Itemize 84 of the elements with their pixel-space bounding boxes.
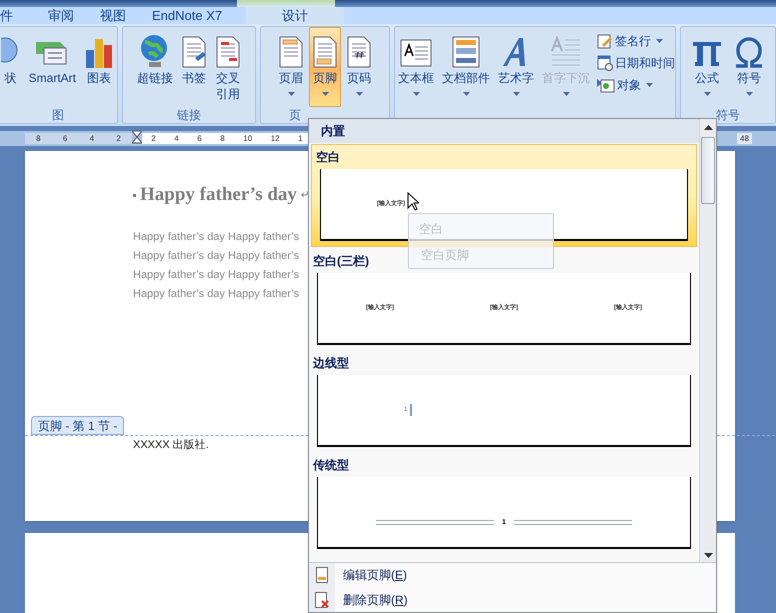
menu-item[interactable]: 删除页脚(R) <box>309 588 716 612</box>
side-bar <box>410 404 412 416</box>
indent-marker[interactable] <box>132 131 142 146</box>
ribbon-button[interactable]: 符号 <box>729 27 769 107</box>
caret-icon <box>562 92 570 96</box>
delete-page-icon <box>315 592 329 608</box>
body-text: Happy father’s day Happy father’s <box>133 286 300 302</box>
signature-icon <box>597 32 613 48</box>
ruler-number: 1 <box>298 132 303 144</box>
ribbon-tab[interactable]: EndNote X7 <box>144 7 230 24</box>
group-label: 符号 <box>716 107 740 124</box>
ruler-number: 4 <box>174 132 179 144</box>
ribbon-button[interactable]: 艺术字 <box>495 27 537 107</box>
bookmark-icon <box>181 36 207 68</box>
ribbon-button[interactable]: SmartArt <box>26 27 79 107</box>
ruler-number: 6 <box>197 132 202 144</box>
ribbon-small-button[interactable]: 签名行 <box>597 31 675 50</box>
mouse-pointer-icon <box>407 192 419 211</box>
item-label: 传统型 <box>312 457 349 474</box>
scroll-thumb[interactable] <box>701 137 715 204</box>
body-text: Happy father’s day Happy father’s <box>133 248 300 264</box>
caret-icon <box>746 92 752 96</box>
caret-icon <box>356 92 362 96</box>
footer-icon <box>312 36 338 68</box>
tooltip-description: 空白页脚 <box>420 247 470 264</box>
group-label: 页 <box>289 107 301 124</box>
body-text: Happy father’s day Happy father’s <box>133 230 300 244</box>
paragraph-mark: ↵ <box>300 188 309 203</box>
ribbon-button[interactable]: 文本框 <box>395 27 437 107</box>
ribbon-button[interactable]: 页码 <box>343 27 375 107</box>
ruler-number: 10 <box>243 132 252 144</box>
item-label: 空白 <box>315 149 340 166</box>
ruler-number: 8 <box>36 132 41 144</box>
item-label: 边线型 <box>312 355 349 372</box>
ribbon-button[interactable]: 图表 <box>81 27 117 107</box>
caret-icon <box>646 82 653 86</box>
ruler-number: 4 <box>90 132 94 144</box>
ribbon-tab[interactable]: 设计 <box>246 7 344 24</box>
ribbon-button[interactable]: 书签 <box>178 27 210 107</box>
group-label: 图 <box>52 107 64 124</box>
ruler-number: 8 <box>220 132 225 144</box>
scroll-down-icon[interactable] <box>704 553 712 558</box>
drop-cap-icon <box>550 36 582 68</box>
ribbon-small-button[interactable]: 对象 <box>597 75 675 94</box>
ribbon-tab[interactable]: 审阅 <box>40 7 82 24</box>
header-icon <box>278 36 304 68</box>
document-title: Happy father’s day <box>140 183 297 207</box>
document-parts-icon <box>452 36 480 68</box>
bar-chart-icon <box>84 36 114 68</box>
ruler-number: 2 <box>116 132 121 144</box>
ribbon-small-button[interactable]: 日期和时间 <box>597 53 675 72</box>
text-box-icon <box>400 38 432 68</box>
ribbon-button[interactable]: 文档部件 <box>439 27 493 107</box>
caret-icon <box>322 92 328 96</box>
item-label: 空白(三栏) <box>312 253 369 270</box>
body-text: Happy father’s day Happy father’s <box>133 268 300 282</box>
footer-page-icon <box>316 567 328 584</box>
ruler-number: 6 <box>62 132 68 144</box>
ribbon-button[interactable]: 页脚 <box>309 27 341 107</box>
ruler-number: 2 <box>151 132 156 144</box>
cross-reference-icon <box>215 36 241 68</box>
ribbon-tab[interactable]: 件 <box>0 7 30 24</box>
ribbon-button[interactable]: 公式 <box>687 27 727 107</box>
ruler-number: 48 <box>737 133 752 144</box>
caret-icon <box>462 92 470 96</box>
calendar-clock-icon <box>597 54 613 70</box>
footer-text: XXXXX 出版社. <box>133 438 209 453</box>
tooltip-title: 空白 <box>419 221 444 238</box>
ruler-number: 12 <box>270 132 280 144</box>
ribbon-tab[interactable]: 视图 <box>92 7 134 24</box>
caret-icon <box>512 92 520 96</box>
object-icon <box>597 76 615 92</box>
caret-icon <box>704 92 710 96</box>
caret-icon <box>656 38 663 42</box>
ribbon-button[interactable]: 页眉 <box>275 27 307 107</box>
page-number-icon <box>346 36 372 68</box>
menu-item[interactable]: 编辑页脚(E) <box>309 563 716 588</box>
group-label: 链接 <box>177 107 201 124</box>
caret-icon <box>288 92 294 96</box>
ribbon-button[interactable]: 状 <box>0 27 24 107</box>
section-header: 内置 <box>321 123 345 140</box>
caret-icon <box>412 92 420 96</box>
ribbon-button[interactable]: 超链接 <box>134 27 176 107</box>
ribbon-button[interactable]: 交叉引用 <box>212 27 244 107</box>
